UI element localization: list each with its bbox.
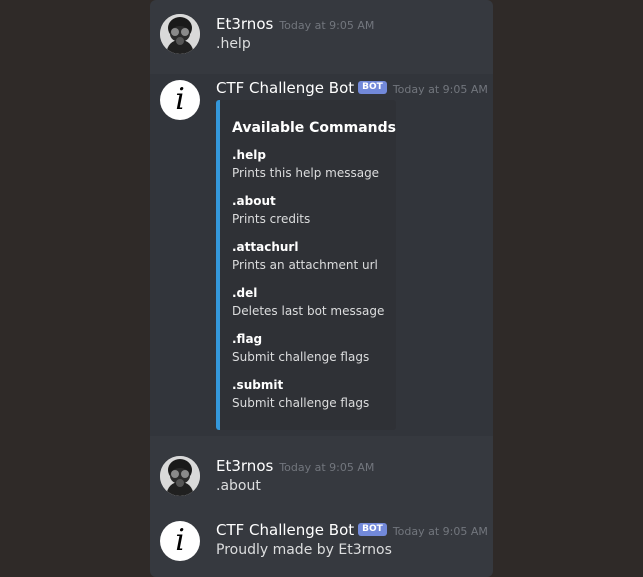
field-name: .submit	[232, 378, 284, 392]
field-name: .flag	[232, 332, 263, 346]
embed-title: Available Commands	[232, 120, 396, 136]
field-value: Submit challenge flags	[232, 350, 370, 364]
message-content: Proudly made by Et3rnos	[216, 542, 392, 558]
info-icon[interactable]: i	[160, 521, 200, 561]
embed-card: Available Commands .help Prints this hel…	[216, 100, 396, 430]
bot-badge: BOT	[358, 523, 387, 536]
embed-field: .del Deletes last bot message	[232, 286, 392, 318]
timestamp: Today at 9:05 AM	[279, 19, 375, 32]
info-glyph: i	[175, 82, 185, 117]
message: Et3rnos Today at 9:05 AM .help	[150, 0, 493, 72]
field-name: .about	[232, 194, 276, 208]
chat-panel: Et3rnos Today at 9:05 AM .help i CTF Chal…	[150, 0, 493, 577]
field-name: .help	[232, 148, 266, 162]
field-name: .del	[232, 286, 258, 300]
message-header: Et3rnos Today at 9:05 AM	[216, 456, 374, 475]
embed-field: .about Prints credits	[232, 194, 392, 226]
bot-badge: BOT	[358, 81, 387, 94]
username[interactable]: Et3rnos	[216, 457, 273, 475]
info-glyph: i	[175, 523, 185, 558]
timestamp: Today at 9:05 AM	[392, 83, 488, 96]
embed-field: .attachurl Prints an attachment url	[232, 240, 392, 272]
username[interactable]: Et3rnos	[216, 15, 273, 33]
embed-field: .flag Submit challenge flags	[232, 332, 392, 364]
field-value: Prints an attachment url	[232, 258, 378, 272]
timestamp: Today at 9:05 AM	[279, 461, 375, 474]
gas-mask-avatar-icon[interactable]	[160, 14, 200, 54]
field-value: Prints credits	[232, 212, 311, 226]
message-content: .about	[216, 478, 261, 494]
message-content: .help	[216, 36, 251, 52]
field-value: Prints this help message	[232, 166, 380, 180]
username[interactable]: CTF Challenge Bot	[216, 79, 354, 97]
field-value: Deletes last bot message	[232, 304, 385, 318]
message-header: CTF Challenge Bot BOT Today at 9:05 AM	[216, 520, 488, 539]
username[interactable]: CTF Challenge Bot	[216, 521, 354, 539]
message-header: CTF Challenge Bot BOT Today at 9:05 AM	[216, 78, 488, 97]
timestamp: Today at 9:05 AM	[392, 525, 488, 538]
gas-mask-avatar-icon[interactable]	[160, 456, 200, 496]
info-icon[interactable]: i	[160, 80, 200, 120]
message: i CTF Challenge Bot BOT Today at 9:05 AM P…	[150, 508, 493, 577]
embed-field: .submit Submit challenge flags	[232, 378, 392, 410]
message: Et3rnos Today at 9:05 AM .about	[150, 436, 493, 508]
message-header: Et3rnos Today at 9:05 AM	[216, 14, 374, 33]
field-name: .attachurl	[232, 240, 299, 254]
embed-field: .help Prints this help message	[232, 148, 392, 180]
field-value: Submit challenge flags	[232, 396, 370, 410]
